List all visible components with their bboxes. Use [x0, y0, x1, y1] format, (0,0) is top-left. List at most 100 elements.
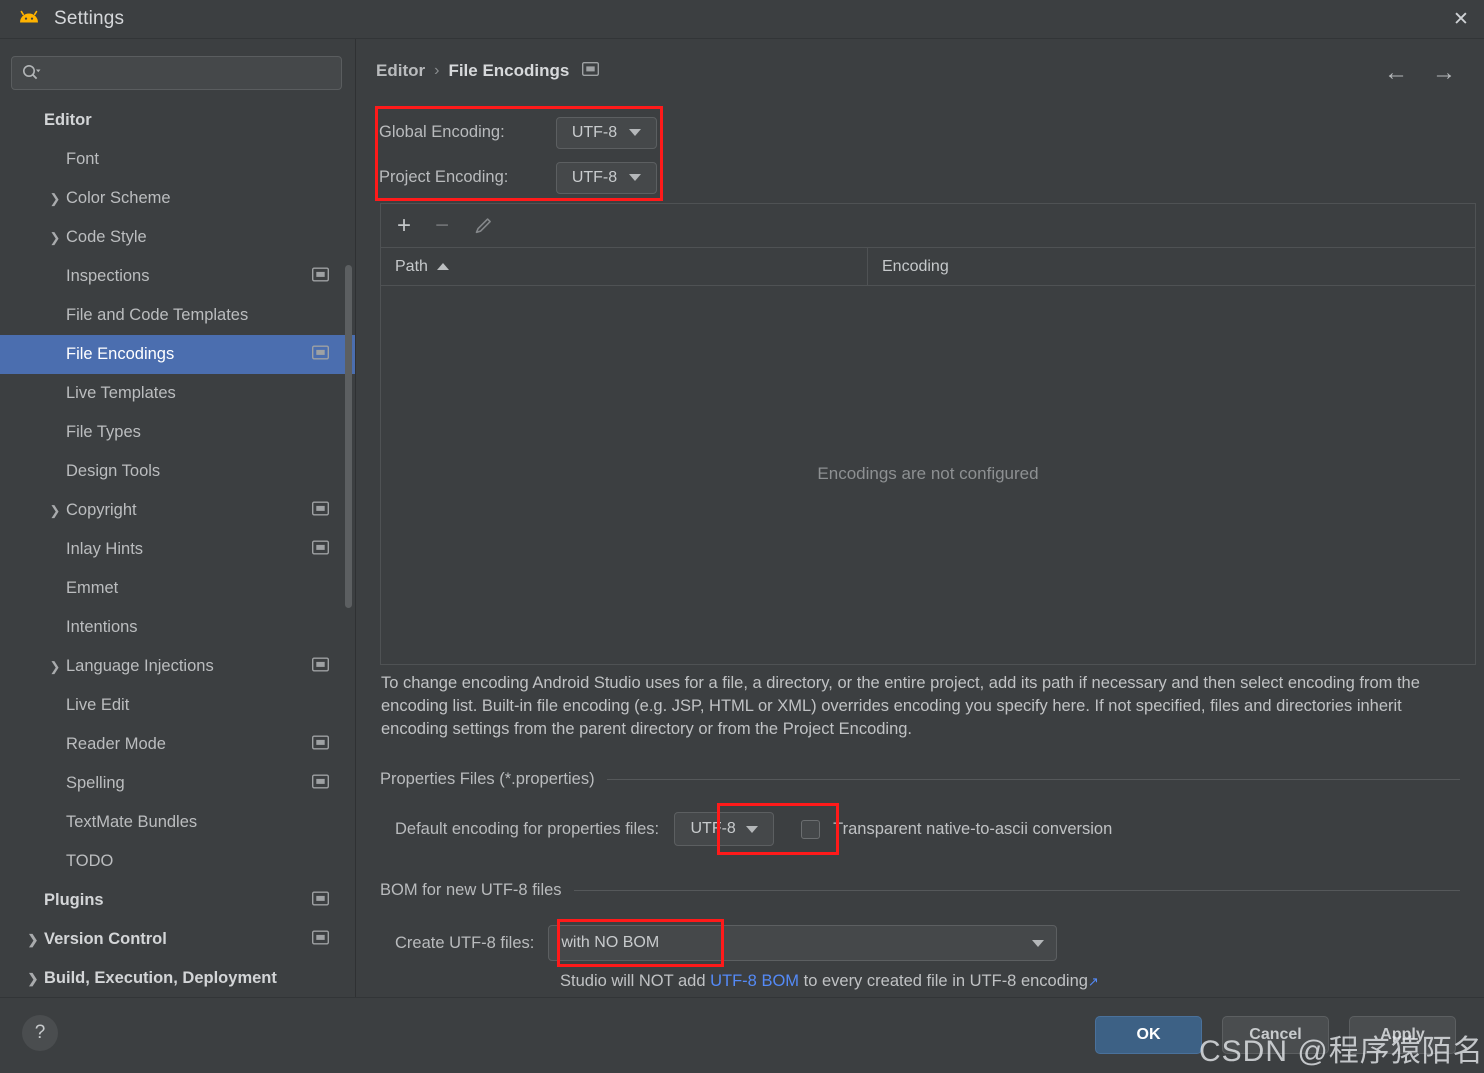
- sidebar-item-color-scheme[interactable]: ❯ Color Scheme: [0, 179, 355, 218]
- sidebar-item-reader-mode[interactable]: ❯Reader Mode: [0, 725, 355, 764]
- column-header-path[interactable]: Path: [381, 248, 868, 285]
- sidebar-item-label: TODO: [66, 852, 114, 870]
- default-properties-encoding-value: UTF-8: [690, 820, 736, 837]
- project-scope-icon: [311, 266, 330, 286]
- settings-main-pane: Editor › File Encodings ← → Global Encod…: [357, 39, 1484, 997]
- sidebar-item-inspections[interactable]: ❯Inspections: [0, 257, 355, 296]
- sidebar-item-todo[interactable]: ❯TODO: [0, 842, 355, 881]
- project-scope-icon: [582, 61, 600, 81]
- global-encoding-dropdown[interactable]: UTF-8: [556, 116, 657, 149]
- chevron-right-icon[interactable]: ❯: [22, 971, 44, 987]
- transparent-conversion-checkbox[interactable]: [801, 819, 821, 839]
- search-input[interactable]: [47, 65, 332, 81]
- help-button[interactable]: ?: [22, 1015, 58, 1051]
- sidebar-item-label: Color Scheme: [66, 189, 171, 207]
- sidebar-item-label: TextMate Bundles: [66, 813, 198, 831]
- settings-sidebar: ❯Editor❯Font❯Color Scheme❯Code Style❯Ins…: [0, 39, 356, 997]
- sidebar-item-label: Design Tools: [66, 462, 161, 480]
- back-arrow-icon[interactable]: ←: [1384, 61, 1408, 85]
- project-encoding-value: UTF-8: [571, 168, 618, 186]
- sidebar-item-language-injections[interactable]: ❯ Language Injections: [0, 647, 355, 686]
- sidebar-item-label: Version Control: [44, 930, 167, 948]
- create-utf8-files-dropdown[interactable]: with NO BOM: [548, 925, 1058, 961]
- sort-ascending-icon: [436, 263, 449, 270]
- empty-state-text: Encodings are not configured: [817, 464, 1039, 483]
- add-button[interactable]: +: [397, 213, 411, 238]
- tree-spacer: ❯: [44, 425, 66, 441]
- sidebar-item-emmet[interactable]: ❯Emmet: [0, 569, 355, 608]
- transparent-conversion-checkbox-wrap[interactable]: Transparent native-to-ascii conversion: [801, 819, 1112, 839]
- breadcrumb-current: File Encodings: [448, 61, 570, 80]
- sidebar-item-file-and-code-templates[interactable]: ❯File and Code Templates: [0, 296, 355, 335]
- breadcrumb-root[interactable]: Editor: [376, 61, 425, 81]
- cancel-button[interactable]: Cancel: [1222, 1016, 1329, 1054]
- global-encoding-label: Global Encoding:: [379, 123, 505, 141]
- sidebar-item-build-execution-deployment[interactable]: ❯ Build, Execution, Deployment: [0, 959, 355, 997]
- sidebar-item-live-templates[interactable]: ❯Live Templates: [0, 374, 355, 413]
- sidebar-item-version-control[interactable]: ❯ Version Control: [0, 920, 355, 959]
- default-properties-encoding-dropdown[interactable]: UTF-8: [674, 812, 775, 846]
- sidebar-item-font[interactable]: ❯Font: [0, 140, 355, 179]
- sidebar-item-label: Reader Mode: [66, 735, 166, 753]
- tree-spacer: ❯: [44, 737, 66, 753]
- sidebar-item-label: Font: [66, 150, 100, 168]
- sidebar-item-copyright[interactable]: ❯ Copyright: [0, 491, 355, 530]
- section-divider: [573, 890, 1460, 891]
- dialog-footer: ? OK Cancel Apply: [0, 997, 1484, 1073]
- column-header-encoding[interactable]: Encoding: [868, 248, 1475, 285]
- chevron-right-icon[interactable]: ❯: [44, 659, 66, 675]
- project-scope-icon: [311, 539, 330, 559]
- tree-spacer: ❯: [44, 464, 66, 480]
- project-encoding-label: Project Encoding:: [379, 168, 509, 186]
- window-title: Settings: [54, 8, 125, 29]
- sidebar-item-design-tools[interactable]: ❯Design Tools: [0, 452, 355, 491]
- chevron-right-icon[interactable]: ❯: [44, 191, 66, 207]
- bom-section-title: BOM for new UTF-8 files: [380, 881, 1460, 900]
- sidebar-item-live-edit[interactable]: ❯Live Edit: [0, 686, 355, 725]
- encodings-table-toolbar: + −: [381, 204, 1475, 248]
- chevron-right-icon[interactable]: ❯: [22, 932, 44, 948]
- chevron-right-icon[interactable]: ❯: [44, 230, 66, 246]
- sidebar-scrollbar[interactable]: [345, 265, 352, 608]
- tree-spacer: ❯: [44, 620, 66, 636]
- project-scope-icon: [311, 500, 330, 520]
- tree-spacer: ❯: [44, 269, 66, 285]
- sidebar-item-code-style[interactable]: ❯ Code Style: [0, 218, 355, 257]
- sidebar-item-plugins[interactable]: ❯Plugins: [0, 881, 355, 920]
- apply-button[interactable]: Apply: [1349, 1016, 1456, 1054]
- external-link-icon: ↗: [1087, 974, 1099, 989]
- global-encoding-row: Global Encoding: UTF-8: [379, 110, 657, 155]
- sidebar-item-label: File Encodings: [66, 345, 175, 363]
- bom-title-text: BOM for new UTF-8 files: [380, 881, 562, 899]
- tree-spacer: ❯: [44, 698, 66, 714]
- sidebar-item-spelling[interactable]: ❯Spelling: [0, 764, 355, 803]
- encoding-rows: Global Encoding: UTF-8 Project Encoding:…: [379, 110, 657, 200]
- sidebar-item-editor[interactable]: ❯Editor: [0, 101, 355, 140]
- chevron-down-icon: [629, 174, 642, 181]
- sidebar-item-inlay-hints[interactable]: ❯Inlay Hints: [0, 530, 355, 569]
- utf8-bom-link[interactable]: UTF-8 BOM: [710, 972, 799, 990]
- search-icon: [21, 63, 41, 83]
- sidebar-item-file-types[interactable]: ❯File Types: [0, 413, 355, 452]
- remove-button[interactable]: −: [435, 213, 449, 238]
- forward-arrow-icon[interactable]: →: [1432, 61, 1456, 85]
- tree-spacer: ❯: [44, 347, 66, 363]
- sidebar-item-intentions[interactable]: ❯Intentions: [0, 608, 355, 647]
- column-header-encoding-label: Encoding: [882, 257, 949, 275]
- sidebar-item-textmate-bundles[interactable]: ❯TextMate Bundles: [0, 803, 355, 842]
- edit-pencil-icon[interactable]: [473, 215, 494, 236]
- create-utf8-files-value: with NO BOM: [561, 934, 660, 951]
- tree-spacer: ❯: [44, 542, 66, 558]
- close-icon[interactable]: ✕: [1438, 0, 1484, 39]
- bom-note-prefix: Studio will NOT add: [560, 972, 711, 990]
- sidebar-item-file-encodings[interactable]: ❯File Encodings: [0, 335, 355, 374]
- ok-button[interactable]: OK: [1095, 1016, 1202, 1054]
- tree-spacer: ❯: [44, 854, 66, 870]
- tree-spacer: ❯: [22, 893, 44, 909]
- encodings-table-body: Encodings are not configured: [381, 286, 1475, 662]
- search-box[interactable]: [11, 56, 342, 90]
- tree-spacer: ❯: [44, 776, 66, 792]
- sidebar-item-label: Live Templates: [66, 384, 176, 402]
- chevron-right-icon[interactable]: ❯: [44, 503, 66, 519]
- project-encoding-dropdown[interactable]: UTF-8: [556, 161, 657, 194]
